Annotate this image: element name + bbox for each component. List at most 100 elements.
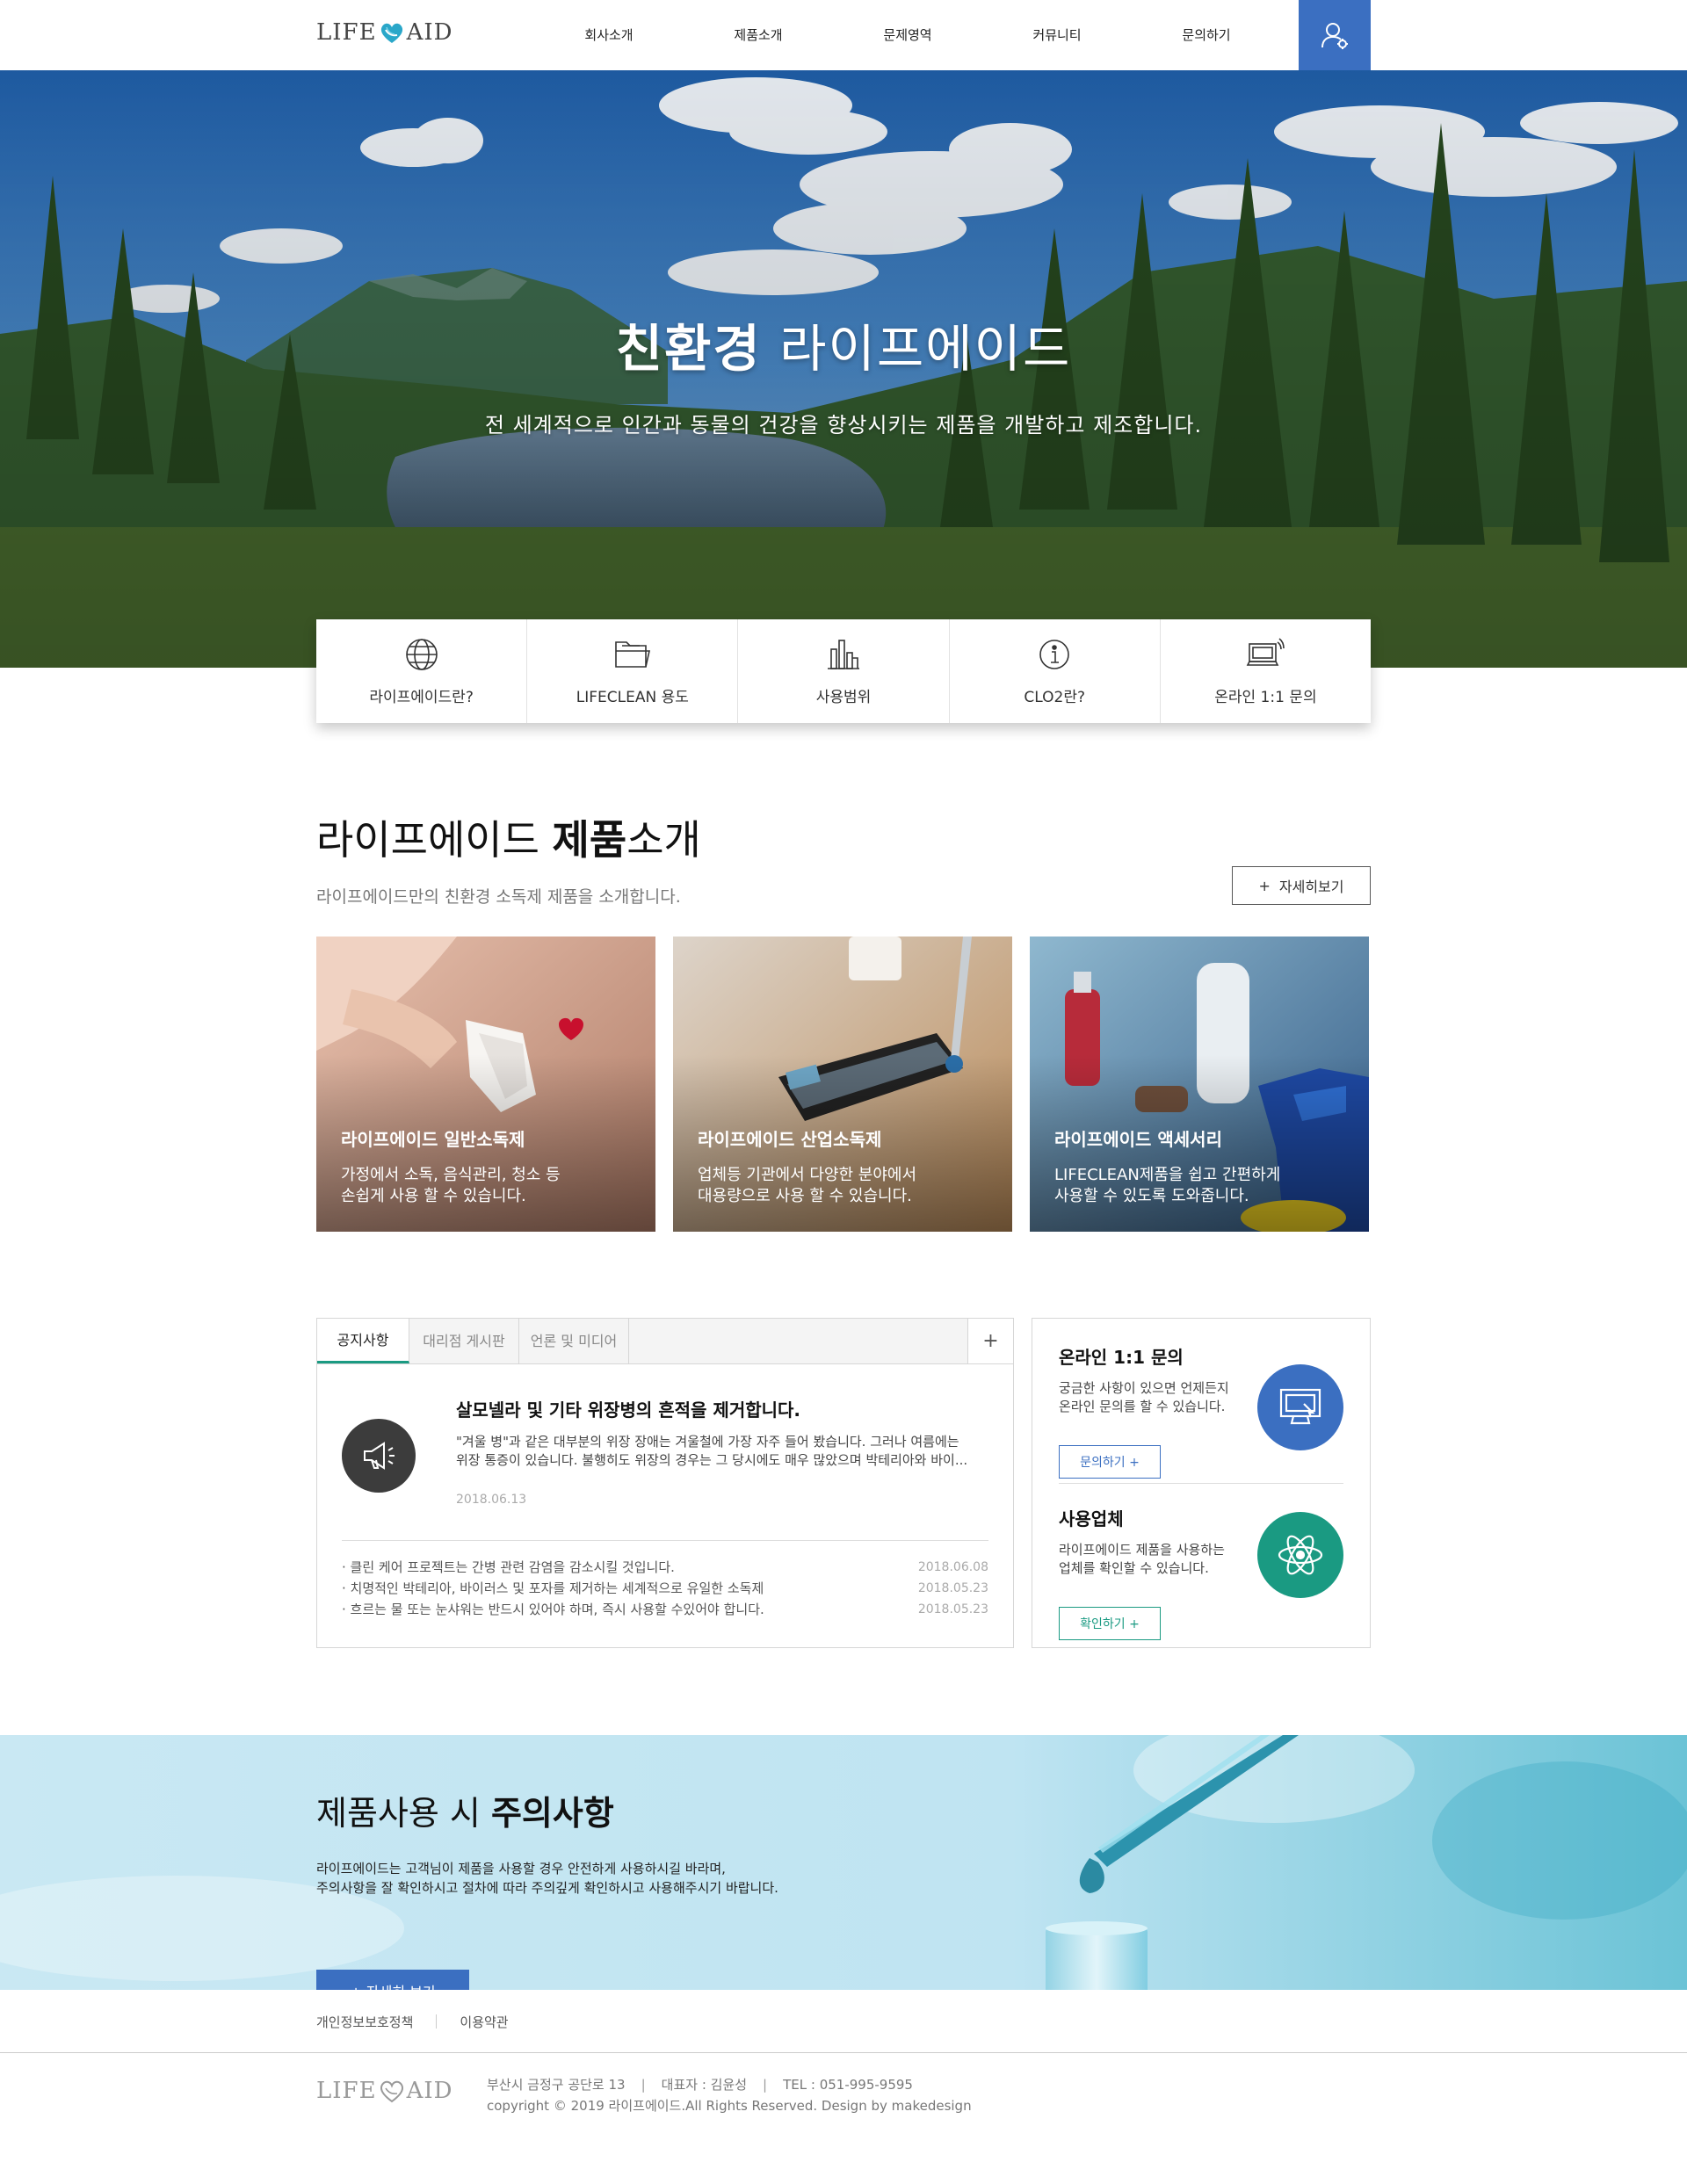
product-cards: 라이프에이드 일반소독제 가정에서 소독, 음식관리, 청소 등 손쉽게 사용 … [316, 937, 1369, 1232]
site-footer: LIFE AID 부산시 금정구 공단로 13 | 대표자 : 김윤성 | TEL : … [316, 2053, 1371, 2141]
featured-notice-title: 살모넬라 및 기타 위장병의 흔적을 제거합니다. [456, 1399, 801, 1421]
quick-item-label: LIFECLEAN 용도 [576, 688, 689, 706]
hero-title-bold: 친환경 [615, 319, 762, 379]
megaphone-icon [364, 1442, 395, 1470]
partners-block: 사용업체 라이프에이드 제품을 사용하는 업체를 확인할 수 있습니다. 확인하… [1059, 1505, 1343, 1640]
footer-contact-line: 부산시 금정구 공단로 13 | 대표자 : 김윤성 | TEL : 051-995-9… [487, 2074, 972, 2095]
nav-item-products[interactable]: 제품소개 [684, 0, 833, 70]
featured-notice-line: "겨울 병"과 같은 대부분의 위장 장애는 겨울철에 가장 자주 들어 봤습니… [456, 1434, 959, 1450]
products-section: 라이프에이드 제품소개 라이프에이드만의 친환경 소독제 제품을 소개합니다. … [316, 808, 1371, 1232]
products-more-button[interactable]: + 자세히보기 [1232, 866, 1371, 905]
products-title-rest: 소개 [626, 816, 701, 864]
site-header: LIFE AID 회사소개 제품소개 문제영역 커뮤니티 문의하기 [0, 0, 1687, 70]
inquiry-button[interactable]: 문의하기 + [1059, 1445, 1161, 1479]
quick-menu: 라이프에이드란? LIFECLEAN 용도 사용범위 CLO2란? 온라인 1:… [316, 619, 1371, 723]
heart-logo-icon [380, 2080, 403, 2103]
side-links: 온라인 1:1 문의 궁금한 사항이 있으면 언제든지 온라인 문의를 할 수 … [1032, 1318, 1371, 1648]
monitor-icon [1279, 1388, 1321, 1425]
quick-item-about[interactable]: 라이프에이드란? [316, 619, 528, 723]
footer-link-privacy[interactable]: 개인정보보호정책 [316, 2013, 413, 2031]
card-description: 가정에서 소독, 음식관리, 청소 등 손쉽게 사용 할 수 있습니다. [341, 1166, 561, 1205]
nav-item-company[interactable]: 회사소개 [534, 0, 684, 70]
partners-badge [1257, 1512, 1343, 1598]
logo-text-left: LIFE [316, 2078, 377, 2104]
tab-dealer-board[interactable]: 대리점 게시판 [409, 1319, 519, 1363]
quick-item-label: CLO2란? [1024, 688, 1086, 706]
products-title-light: 라이프에이드 [316, 816, 553, 864]
card-text: 라이프에이드 일반소독제 가정에서 소독, 음식관리, 청소 등 손쉽게 사용 … [341, 1125, 561, 1207]
notice-list: · 클린 케어 프로젝트는 간병 관련 감염을 감소시킬 것입니다. 2018.0… [342, 1540, 988, 1620]
hero-text: 친환경 라이프에이드 전 세계적으로 인간과 동물의 건강을 향상시키는 제품을… [0, 307, 1687, 438]
footer-separator: | [763, 2077, 768, 2093]
list-item-title: · 클린 케어 프로젝트는 간병 관련 감염을 감소시킬 것입니다. [342, 1559, 675, 1575]
quick-item-label: 사용범위 [815, 688, 872, 706]
folder-icon [614, 640, 650, 668]
card-title: 라이프에이드 산업소독제 [698, 1129, 882, 1150]
bar-chart-icon [828, 639, 859, 669]
atom-icon [1278, 1535, 1323, 1575]
card-text: 라이프에이드 산업소독제 업체등 기관에서 다양한 분야에서 대용량으로 사용 … [698, 1125, 916, 1207]
caution-more-button[interactable]: + 자세히 보기 [316, 1970, 469, 1990]
footer-address: 부산시 금정구 공단로 13 [487, 2077, 626, 2093]
footer-link-terms[interactable]: 이용약관 [460, 2013, 508, 2031]
list-item[interactable]: · 흐르는 물 또는 눈샤워는 반드시 있어야 하며, 즉시 사용할 수있어야 … [342, 1599, 988, 1620]
partners-button[interactable]: 확인하기 + [1059, 1607, 1161, 1640]
quick-item-clo2[interactable]: CLO2란? [950, 619, 1161, 723]
nav-item-problems[interactable]: 문제영역 [833, 0, 982, 70]
tab-notice[interactable]: 공지사항 [317, 1319, 409, 1363]
footer-link-divider [436, 2014, 438, 2029]
card-text: 라이프에이드 액세서리 LIFECLEAN제품을 쉽고 간편하게 사용할 수 있… [1054, 1125, 1280, 1207]
hero-banner: 친환경 라이프에이드 전 세계적으로 인간과 동물의 건강을 향상시키는 제품을… [0, 70, 1687, 668]
list-item-title: · 치명적인 박테리아, 바이러스 및 포자를 제거하는 세계적으로 유일한 소… [342, 1580, 764, 1596]
quick-item-usage[interactable]: LIFECLEAN 용도 [527, 619, 739, 723]
inquiry-badge [1257, 1364, 1343, 1450]
footer-logo[interactable]: LIFE AID [316, 2078, 453, 2104]
heart-logo-icon [380, 23, 402, 43]
footer-links: 개인정보보호정책 이용약관 [0, 1990, 1687, 2053]
quick-item-label: 라이프에이드란? [369, 688, 474, 706]
list-item-date: 2018.05.23 [917, 1581, 988, 1595]
quick-item-online-inquiry[interactable]: 온라인 1:1 문의 [1161, 619, 1371, 723]
product-card-accessory[interactable]: 라이프에이드 액세서리 LIFECLEAN제품을 쉽고 간편하게 사용할 수 있… [1030, 937, 1369, 1232]
tab-press-media[interactable]: 언론 및 미디어 [519, 1319, 629, 1363]
hero-title-rest: 라이프에이드 [761, 319, 1072, 379]
user-icon [1321, 23, 1348, 49]
product-card-industrial[interactable]: 라이프에이드 산업소독제 업체등 기관에서 다양한 분야에서 대용량으로 사용 … [673, 937, 1012, 1232]
list-item-title: · 흐르는 물 또는 눈샤워는 반드시 있어야 하며, 즉시 사용할 수있어야 … [342, 1602, 764, 1617]
caution-body: 라이프에이드는 고객님이 제품을 사용할 경우 안전하게 사용하시길 바라며, … [316, 1861, 778, 1896]
card-title: 라이프에이드 액세서리 [1054, 1129, 1222, 1150]
inquiry-block: 온라인 1:1 문의 궁금한 사항이 있으면 언제든지 온라인 문의를 할 수 … [1059, 1343, 1343, 1484]
caution-content: 제품사용 시 주의사항 라이프에이드는 고객님이 제품을 사용할 경우 안전하게… [316, 1786, 778, 1990]
card-description: LIFECLEAN제품을 쉽고 간편하게 사용할 수 있도록 도와줍니다. [1054, 1166, 1281, 1205]
products-title: 라이프에이드 제품소개 [316, 808, 1371, 866]
nav-item-contact[interactable]: 문의하기 [1132, 0, 1281, 70]
product-card-general[interactable]: 라이프에이드 일반소독제 가정에서 소독, 음식관리, 청소 등 손쉽게 사용 … [316, 937, 655, 1232]
info-icon [1039, 639, 1070, 669]
featured-notice-text: "겨울 병"과 같은 대부분의 위장 장애는 겨울철에 가장 자주 들어 봤습니… [456, 1433, 983, 1470]
main-nav: 회사소개 제품소개 문제영역 커뮤니티 문의하기 [534, 0, 1281, 70]
nav-item-community[interactable]: 커뮤니티 [982, 0, 1132, 70]
quick-item-range[interactable]: 사용범위 [738, 619, 950, 723]
products-title-bold: 제품 [552, 816, 627, 864]
globe-icon [405, 638, 438, 670]
site-logo[interactable]: LIFE AID [316, 19, 453, 46]
footer-link-list: 개인정보보호정책 이용약관 [316, 1990, 509, 2053]
footer-info: 부산시 금정구 공단로 13 | 대표자 : 김윤성 | TEL : 051-995-9… [487, 2074, 972, 2116]
featured-notice[interactable]: 살모넬라 및 기타 위장병의 흔적을 제거합니다. "겨울 병"과 같은 대부분… [342, 1396, 988, 1528]
footer-tel: TEL : 051-995-9595 [783, 2077, 913, 2093]
lab-dropper-image [0, 1735, 1687, 1990]
notice-board: 공지사항 대리점 게시판 언론 및 미디어 + 살모넬라 및 기타 위장병의 흔… [316, 1318, 1014, 1648]
computer-icon [1247, 637, 1285, 666]
logo-text-right: AID [406, 2078, 453, 2104]
featured-notice-line: 위장 통증이 있습니다. 불행히도 위장의 경우는 그 당시에도 매우 많았으며… [456, 1452, 968, 1468]
user-login-button[interactable] [1299, 0, 1371, 70]
list-item[interactable]: · 치명적인 박테리아, 바이러스 및 포자를 제거하는 세계적으로 유일한 소… [342, 1578, 988, 1599]
board-more-button[interactable]: + [967, 1319, 1013, 1363]
products-description: 라이프에이드만의 친환경 소독제 제품을 소개합니다. [316, 887, 681, 907]
footer-ceo: 대표자 : 김윤성 [661, 2077, 748, 2093]
hero-title: 친환경 라이프에이드 [0, 307, 1687, 381]
list-item[interactable]: · 클린 케어 프로젝트는 간병 관련 감염을 감소시킬 것입니다. 2018.0… [342, 1557, 988, 1578]
list-item-date: 2018.06.08 [917, 1560, 988, 1574]
caution-banner: 제품사용 시 주의사항 라이프에이드는 고객님이 제품을 사용할 경우 안전하게… [0, 1735, 1687, 1990]
card-title: 라이프에이드 일반소독제 [341, 1129, 525, 1150]
